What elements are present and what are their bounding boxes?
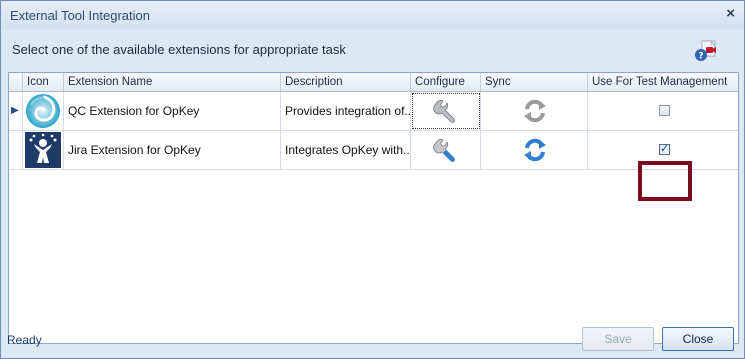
header-extension-name[interactable]: Extension Name bbox=[64, 73, 281, 91]
wrench-icon bbox=[433, 100, 455, 123]
dialog-window: External Tool Integration × Select one o… bbox=[0, 0, 745, 359]
close-window-button[interactable]: × bbox=[726, 5, 735, 23]
use-for-test-management-checkbox-qc[interactable] bbox=[659, 105, 670, 116]
row-indicator-cell: ▶ bbox=[9, 92, 23, 130]
header-description[interactable]: Description bbox=[281, 73, 411, 91]
jira-icon-cell bbox=[23, 131, 64, 169]
row-indicator-arrow-icon: ▶ bbox=[11, 105, 19, 116]
help-video-icon[interactable]: ? bbox=[694, 39, 720, 63]
sync-arrows-icon bbox=[524, 99, 546, 123]
header-configure[interactable]: Configure bbox=[411, 73, 481, 91]
svg-text:?: ? bbox=[698, 52, 703, 62]
use-for-test-management-cell bbox=[588, 92, 738, 130]
window-title: External Tool Integration bbox=[10, 8, 150, 23]
extension-name[interactable]: Jira Extension for OpKey bbox=[64, 131, 281, 169]
table-row-jira[interactable]: Jira Extension for OpKey Integrates OpKe… bbox=[9, 131, 738, 170]
sync-button-qc[interactable] bbox=[481, 92, 588, 130]
header-row-indicator bbox=[9, 73, 23, 91]
dialog-body: Select one of the available extensions f… bbox=[2, 29, 743, 358]
jira-person-icon bbox=[25, 132, 61, 168]
wrench-icon bbox=[433, 139, 455, 162]
save-button[interactable]: Save bbox=[582, 327, 654, 351]
configure-button-qc[interactable] bbox=[411, 92, 481, 130]
extension-name[interactable]: QC Extension for OpKey bbox=[64, 92, 281, 130]
header-sync[interactable]: Sync bbox=[481, 73, 588, 91]
configure-button-jira[interactable] bbox=[411, 131, 481, 169]
status-text: Ready bbox=[7, 333, 42, 347]
extension-description[interactable]: Provides integration of... bbox=[281, 92, 411, 130]
sync-arrows-icon bbox=[524, 138, 546, 162]
qc-swirl-icon bbox=[26, 94, 60, 128]
header-icon[interactable]: Icon bbox=[23, 73, 64, 91]
close-button[interactable]: Close bbox=[662, 327, 734, 351]
qc-icon-cell bbox=[23, 92, 64, 130]
extensions-grid: Icon Extension Name Description Configur… bbox=[8, 72, 739, 344]
highlight-box bbox=[638, 161, 692, 201]
extension-description[interactable]: Integrates OpKey with... bbox=[281, 131, 411, 169]
sync-button-jira[interactable] bbox=[481, 131, 588, 169]
table-row-qc[interactable]: ▶ QC Extension for OpKey Provides integr… bbox=[9, 92, 738, 131]
use-for-test-management-checkbox-jira[interactable] bbox=[659, 142, 670, 155]
row-indicator-cell bbox=[9, 131, 23, 169]
grid-header: Icon Extension Name Description Configur… bbox=[9, 73, 738, 92]
instruction-text: Select one of the available extensions f… bbox=[12, 42, 346, 57]
header-use-for-test-management[interactable]: Use For Test Management bbox=[588, 73, 738, 91]
title-bar: External Tool Integration × bbox=[1, 1, 744, 29]
